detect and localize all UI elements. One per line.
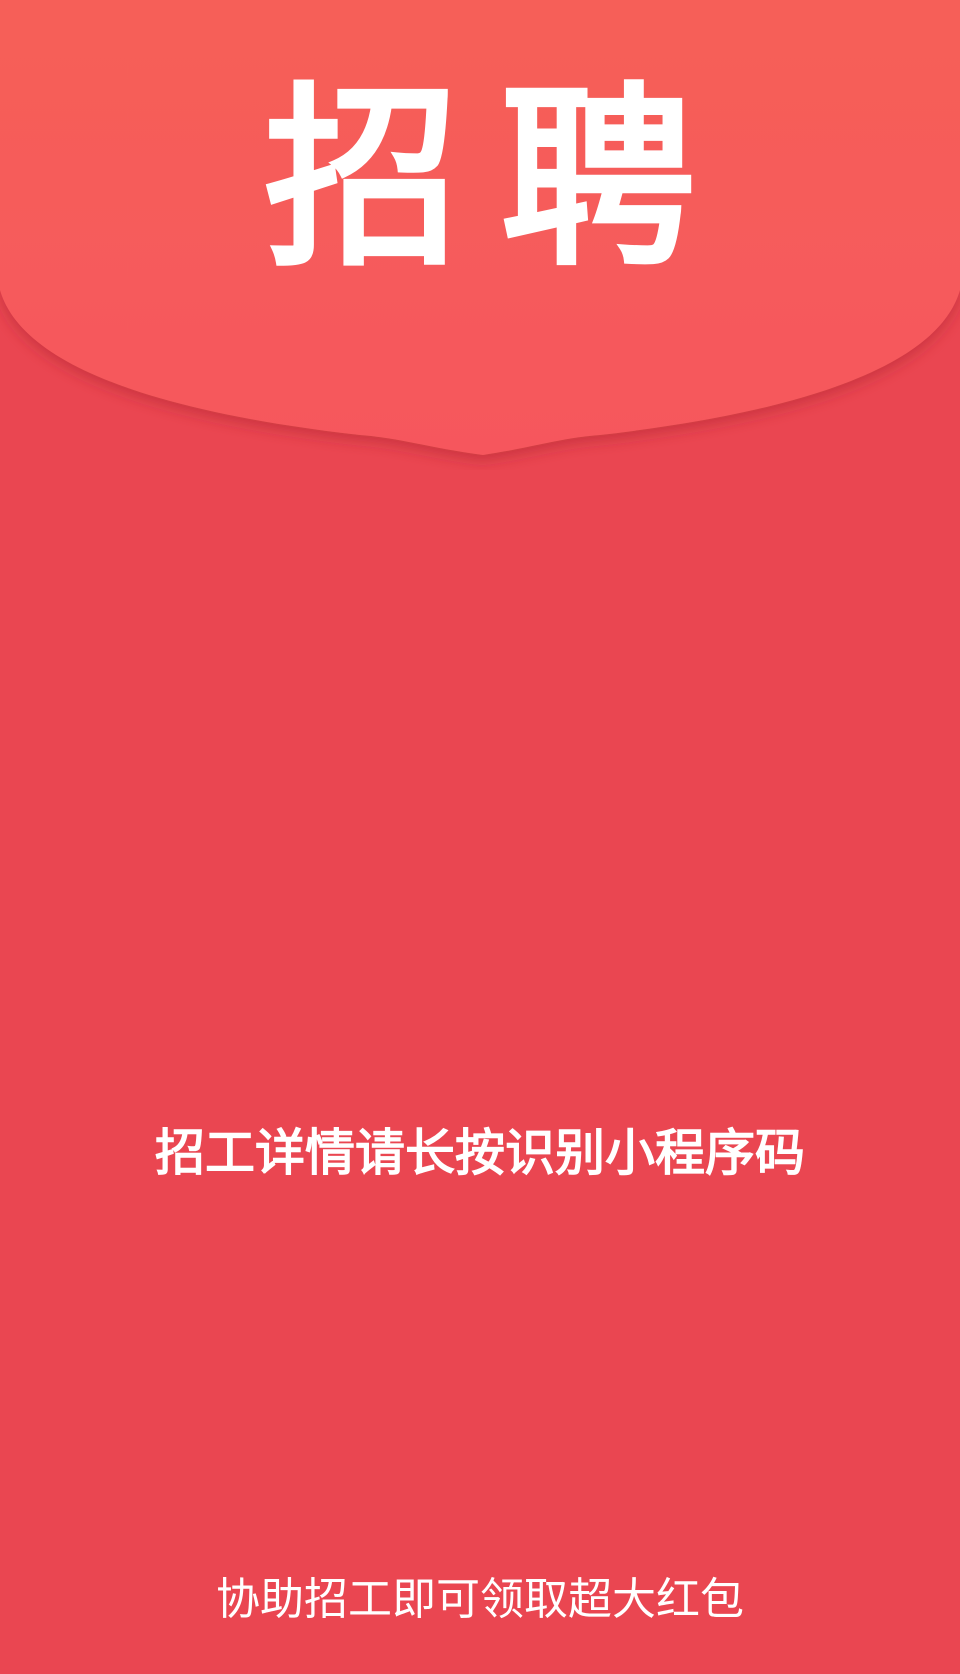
reward-footer-text: 协助招工即可领取超大红包 (216, 1574, 744, 1625)
envelope-title: 招聘 (263, 66, 736, 294)
red-envelope: 招聘 招工详情请长按识别小程序码 协助招工即可领取超大红包 (0, 0, 960, 1674)
qr-instruction-text: 招工详情请长按识别小程序码 (155, 1124, 805, 1182)
